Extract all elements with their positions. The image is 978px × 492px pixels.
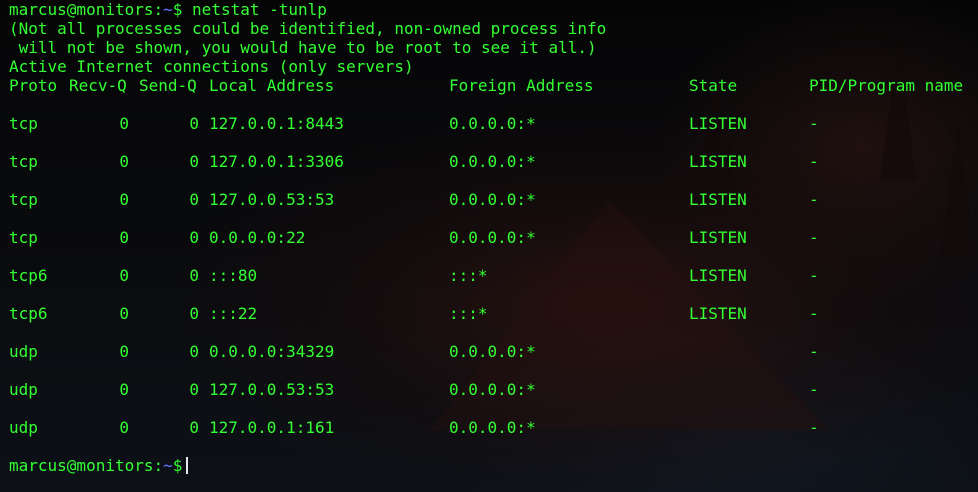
prompt-symbol: $ [172, 456, 183, 475]
header-local-address: Local Address [209, 76, 335, 95]
cell-foreign-address: 0.0.0.0:* [449, 190, 536, 209]
cell-send-q: 0 [189, 114, 199, 133]
table-header: Proto Recv-Q Send-Q Local Address Foreig… [9, 76, 978, 95]
cell-send-q: 0 [189, 152, 199, 171]
cell-send-q: 0 [189, 266, 199, 285]
cell-pid-program: - [809, 266, 819, 285]
header-proto: Proto [9, 76, 58, 95]
cell-local-address: :::80 [209, 266, 258, 285]
notice-line: will not be shown, you would have to be … [9, 38, 597, 57]
cell-send-q: 0 [189, 380, 199, 399]
cell-proto: tcp [9, 152, 38, 171]
cell-pid-program: - [809, 152, 819, 171]
table-row: tcp 0 0 127.0.0.1:3306 0.0.0.0:* LISTEN - [9, 152, 978, 190]
cell-pid-program: - [809, 380, 819, 399]
terminal-window[interactable]: marcus@monitors:~$ netstat -tunlp (Not a… [0, 0, 978, 492]
cell-local-address: 0.0.0.0:22 [209, 228, 306, 247]
terminal-output: marcus@monitors:~$ netstat -tunlp (Not a… [9, 0, 978, 475]
prompt-user-host: marcus@monitors: [9, 0, 164, 19]
table-row: tcp 0 0 0.0.0.0:22 0.0.0.0:* LISTEN - [9, 228, 978, 266]
cell-proto: udp [9, 342, 38, 361]
cell-foreign-address: :::* [449, 304, 488, 323]
header-recv-q: Recv-Q [69, 76, 127, 95]
cell-proto: tcp [9, 228, 38, 247]
cell-proto: tcp [9, 190, 38, 209]
cell-recv-q: 0 [119, 228, 129, 247]
cell-send-q: 0 [189, 304, 199, 323]
cell-recv-q: 0 [119, 266, 129, 285]
cell-local-address: :::22 [209, 304, 258, 323]
prompt-user-host: marcus@monitors: [9, 456, 164, 475]
cell-pid-program: - [809, 190, 819, 209]
cell-recv-q: 0 [119, 418, 129, 437]
cell-recv-q: 0 [119, 152, 129, 171]
cell-recv-q: 0 [119, 304, 129, 323]
notice-line: (Not all processes could be identified, … [9, 19, 607, 38]
connections-table: Proto Recv-Q Send-Q Local Address Foreig… [9, 76, 978, 456]
cell-proto: tcp6 [9, 266, 48, 285]
table-row: udp 0 0 127.0.0.53:53 0.0.0.0:* - [9, 380, 978, 418]
table-row: udp 0 0 0.0.0.0:34329 0.0.0.0:* - [9, 342, 978, 380]
cell-recv-q: 0 [119, 114, 129, 133]
cell-send-q: 0 [189, 228, 199, 247]
command-text: netstat -tunlp [192, 0, 327, 19]
prompt-path: ~ [163, 0, 173, 19]
cell-pid-program: - [809, 304, 819, 323]
cell-proto: tcp [9, 114, 38, 133]
cell-send-q: 0 [189, 190, 199, 209]
cell-foreign-address: :::* [449, 266, 488, 285]
cell-proto: tcp6 [9, 304, 48, 323]
cell-foreign-address: 0.0.0.0:* [449, 418, 536, 437]
cell-pid-program: - [809, 418, 819, 437]
cell-state: LISTEN [689, 304, 747, 323]
prompt-symbol: $ [172, 0, 183, 19]
cell-send-q: 0 [189, 418, 199, 437]
cell-send-q: 0 [189, 342, 199, 361]
table-row: tcp6 0 0:::22:::* LISTEN - [9, 304, 978, 342]
cell-state: LISTEN [689, 190, 747, 209]
cell-local-address: 127.0.0.53:53 [209, 190, 335, 209]
table-row: tcp6 0 0:::80:::* LISTEN - [9, 266, 978, 304]
table-row: tcp 0 0 127.0.0.1:8443 0.0.0.0:* LISTEN - [9, 114, 978, 152]
cell-foreign-address: 0.0.0.0:* [449, 228, 536, 247]
prompt-path: ~ [163, 456, 173, 475]
cell-local-address: 127.0.0.53:53 [209, 380, 335, 399]
text-cursor [186, 457, 189, 474]
cell-local-address: 127.0.0.1:8443 [209, 114, 344, 133]
prompt-line[interactable]: marcus@monitors:~$ [9, 456, 978, 475]
cell-state: LISTEN [689, 228, 747, 247]
cell-proto: udp [9, 380, 38, 399]
cell-state: LISTEN [689, 266, 747, 285]
cell-local-address: 127.0.0.1:161 [209, 418, 335, 437]
cell-pid-program: - [809, 342, 819, 361]
header-pid-program: PID/Program name [809, 76, 964, 95]
section-title: Active Internet connections (only server… [9, 57, 414, 76]
header-state: State [689, 76, 738, 95]
cell-proto: udp [9, 418, 38, 437]
header-send-q: Send-Q [139, 76, 197, 95]
cell-local-address: 0.0.0.0:34329 [209, 342, 335, 361]
cell-recv-q: 0 [119, 190, 129, 209]
command-line: marcus@monitors:~$ netstat -tunlp [9, 0, 978, 19]
header-foreign-address: Foreign Address [449, 76, 594, 95]
cell-foreign-address: 0.0.0.0:* [449, 114, 536, 133]
cell-recv-q: 0 [119, 380, 129, 399]
table-row: tcp 0 0 127.0.0.53:53 0.0.0.0:* LISTEN - [9, 190, 978, 228]
cell-foreign-address: 0.0.0.0:* [449, 152, 536, 171]
cell-foreign-address: 0.0.0.0:* [449, 342, 536, 361]
cell-foreign-address: 0.0.0.0:* [449, 380, 536, 399]
table-body: tcp 0 0 127.0.0.1:8443 0.0.0.0:* LISTEN - tcp 0 0… [9, 114, 978, 456]
cell-local-address: 127.0.0.1:3306 [209, 152, 344, 171]
cell-pid-program: - [809, 114, 819, 133]
cell-recv-q: 0 [119, 342, 129, 361]
table-row: udp 0 0 127.0.0.1:161 0.0.0.0:* - [9, 418, 978, 456]
cell-state: LISTEN [689, 114, 747, 133]
cell-state: LISTEN [689, 152, 747, 171]
cell-pid-program: - [809, 228, 819, 247]
